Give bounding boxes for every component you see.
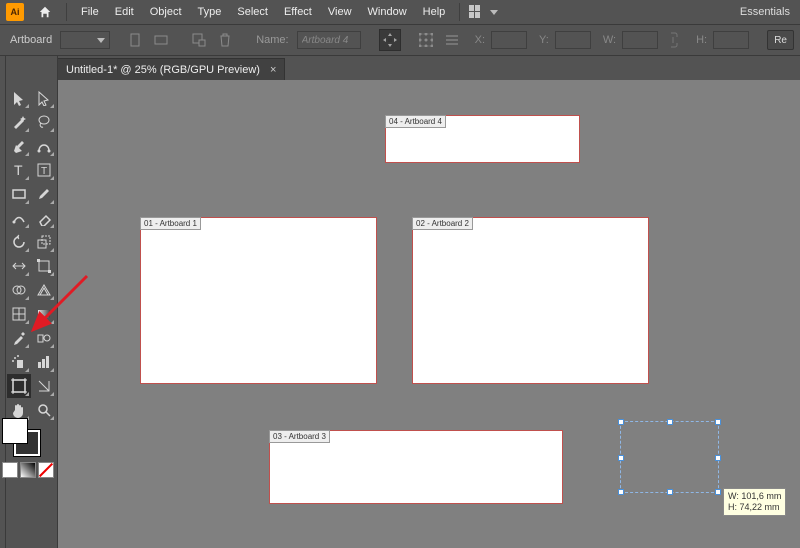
landscape-icon	[154, 34, 168, 46]
artboard-4[interactable]: 04 - Artboard 4	[385, 115, 580, 163]
y-input[interactable]	[555, 31, 591, 49]
new-artboard-drag[interactable]	[620, 421, 719, 493]
menu-effect[interactable]: Effect	[276, 6, 320, 18]
arrange-documents-button[interactable]	[466, 5, 500, 19]
perspective-grid-tool[interactable]	[32, 278, 56, 302]
h-label: H:	[696, 34, 707, 46]
artboard-label: 04 - Artboard 4	[385, 115, 446, 128]
svg-text:T: T	[14, 162, 23, 178]
artboard-options-button[interactable]	[441, 29, 463, 51]
w-input[interactable]	[622, 31, 658, 49]
document-tab-title: Untitled-1* @ 25% (RGB/GPU Preview)	[66, 64, 260, 76]
rearrange-button[interactable]: Re	[767, 30, 794, 50]
x-label: X:	[475, 34, 485, 46]
name-label: Name:	[252, 34, 292, 46]
canvas[interactable]: 04 - Artboard 4 01 - Artboard 1 02 - Art…	[58, 80, 800, 548]
color-mode[interactable]	[2, 462, 18, 478]
curvature-tool[interactable]	[32, 134, 56, 158]
gradient-tool[interactable]	[32, 302, 56, 326]
document-tabstrip: Untitled-1* @ 25% (RGB/GPU Preview) ×	[58, 56, 285, 80]
document-tab[interactable]: Untitled-1* @ 25% (RGB/GPU Preview) ×	[58, 58, 285, 80]
orientation-landscape-button[interactable]	[150, 29, 172, 51]
new-artboard-button[interactable]	[188, 29, 210, 51]
none-mode[interactable]	[38, 462, 54, 478]
symbol-sprayer-tool[interactable]	[7, 350, 31, 374]
artboard-2[interactable]: 02 - Artboard 2	[412, 217, 649, 384]
free-transform-tool[interactable]	[32, 254, 56, 278]
link-icon	[668, 32, 678, 48]
home-icon	[38, 5, 52, 19]
menu-edit[interactable]: Edit	[107, 6, 142, 18]
menu-help[interactable]: Help	[415, 6, 454, 18]
mesh-tool[interactable]	[7, 302, 31, 326]
shape-builder-tool[interactable]	[7, 278, 31, 302]
y-label: Y:	[539, 34, 549, 46]
delete-artboard-button[interactable]	[214, 29, 236, 51]
orientation-portrait-button[interactable]	[124, 29, 146, 51]
menu-view[interactable]: View	[320, 6, 360, 18]
move-artwork-icon	[382, 32, 398, 48]
slice-tool[interactable]	[32, 374, 56, 398]
menu-window[interactable]: Window	[360, 6, 415, 18]
trash-icon	[219, 33, 231, 47]
new-artboard-icon	[192, 33, 206, 47]
artboard-3[interactable]: 03 - Artboard 3	[269, 430, 563, 504]
reference-point-button[interactable]	[415, 29, 437, 51]
menu-type[interactable]: Type	[190, 6, 230, 18]
move-artwork-toggle[interactable]	[379, 29, 401, 51]
scale-tool[interactable]	[32, 230, 56, 254]
gradient-mode[interactable]	[20, 462, 36, 478]
reference-point-icon	[419, 33, 433, 47]
artboard-label: 01 - Artboard 1	[140, 217, 201, 230]
control-bar: Artboard Name: X: Y: W: H: Re	[0, 24, 800, 56]
link-wh-button[interactable]	[662, 29, 684, 51]
pen-tool[interactable]	[7, 134, 31, 158]
menubar: Ai File Edit Object Type Select Effect V…	[0, 0, 800, 24]
rotate-tool[interactable]	[7, 230, 31, 254]
direct-selection-tool[interactable]	[32, 86, 56, 110]
draw-mode-row	[2, 462, 56, 478]
options-icon	[445, 33, 459, 47]
svg-text:T: T	[41, 166, 47, 177]
h-input[interactable]	[713, 31, 749, 49]
magic-wand-tool[interactable]	[7, 110, 31, 134]
blend-tool[interactable]	[32, 326, 56, 350]
close-icon[interactable]: ×	[270, 64, 276, 76]
fill-stroke-swatches[interactable]	[2, 418, 40, 456]
touch-type-tool[interactable]: T	[32, 158, 56, 182]
app-logo[interactable]: Ai	[0, 0, 30, 24]
eraser-tool[interactable]	[32, 206, 56, 230]
menu-file[interactable]: File	[73, 6, 107, 18]
artboard-1[interactable]: 01 - Artboard 1	[140, 217, 377, 384]
tool-label: Artboard	[6, 34, 56, 46]
preset-dropdown[interactable]	[60, 31, 110, 49]
rectangle-tool[interactable]	[7, 182, 31, 206]
artboard-tool[interactable]	[7, 374, 31, 398]
fill-swatch[interactable]	[2, 418, 28, 444]
toolbox: T T	[0, 56, 58, 548]
artboard-label: 02 - Artboard 2	[412, 217, 473, 230]
width-tool[interactable]	[7, 254, 31, 278]
artboard-label: 03 - Artboard 3	[269, 430, 330, 443]
x-input[interactable]	[491, 31, 527, 49]
column-graph-tool[interactable]	[32, 350, 56, 374]
selection-tool[interactable]	[7, 86, 31, 110]
home-button[interactable]	[30, 5, 60, 19]
menu-object[interactable]: Object	[142, 6, 190, 18]
menu-select[interactable]: Select	[229, 6, 276, 18]
lasso-tool[interactable]	[32, 110, 56, 134]
artboard-name-input[interactable]	[297, 31, 361, 49]
portrait-icon	[129, 33, 141, 47]
arrange-documents-icon	[469, 5, 487, 19]
workspace-switcher[interactable]: Essentials	[730, 6, 800, 18]
paintbrush-tool[interactable]	[32, 182, 56, 206]
type-tool[interactable]: T	[7, 158, 31, 182]
shaper-tool[interactable]	[7, 206, 31, 230]
dimension-readout: W: 101,6 mmH: 74,22 mm	[723, 488, 786, 516]
w-label: W:	[603, 34, 616, 46]
eyedropper-tool[interactable]	[7, 326, 31, 350]
